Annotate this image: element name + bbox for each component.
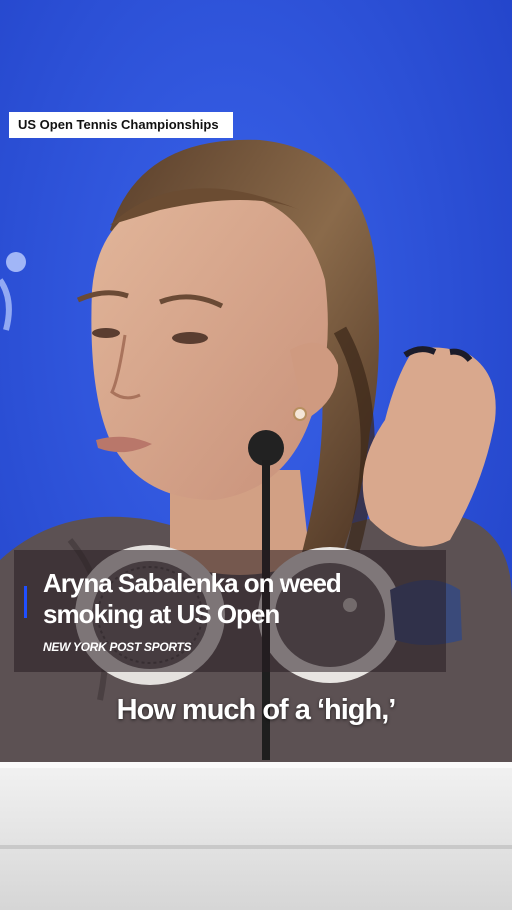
headline: Aryna Sabalenka on weed smoking at US Op…	[43, 568, 443, 630]
headline-line-1: Aryna Sabalenka on weed	[43, 568, 342, 598]
face	[91, 190, 328, 500]
headline-accent-bar	[24, 586, 27, 618]
byline: NEW YORK POST SPORTS	[43, 640, 192, 654]
earring	[293, 407, 307, 421]
source-label: US Open Tennis Championships	[9, 112, 233, 138]
eye-left	[92, 328, 120, 338]
headline-line-2: smoking at US Open	[43, 599, 280, 629]
eye-right	[172, 332, 208, 344]
subtitle-caption: How much of a ‘high,’	[116, 694, 397, 726]
headline-overlay: Aryna Sabalenka on weed smoking at US Op…	[14, 550, 446, 672]
desk	[0, 762, 512, 910]
backdrop-logo-dot	[6, 252, 26, 272]
